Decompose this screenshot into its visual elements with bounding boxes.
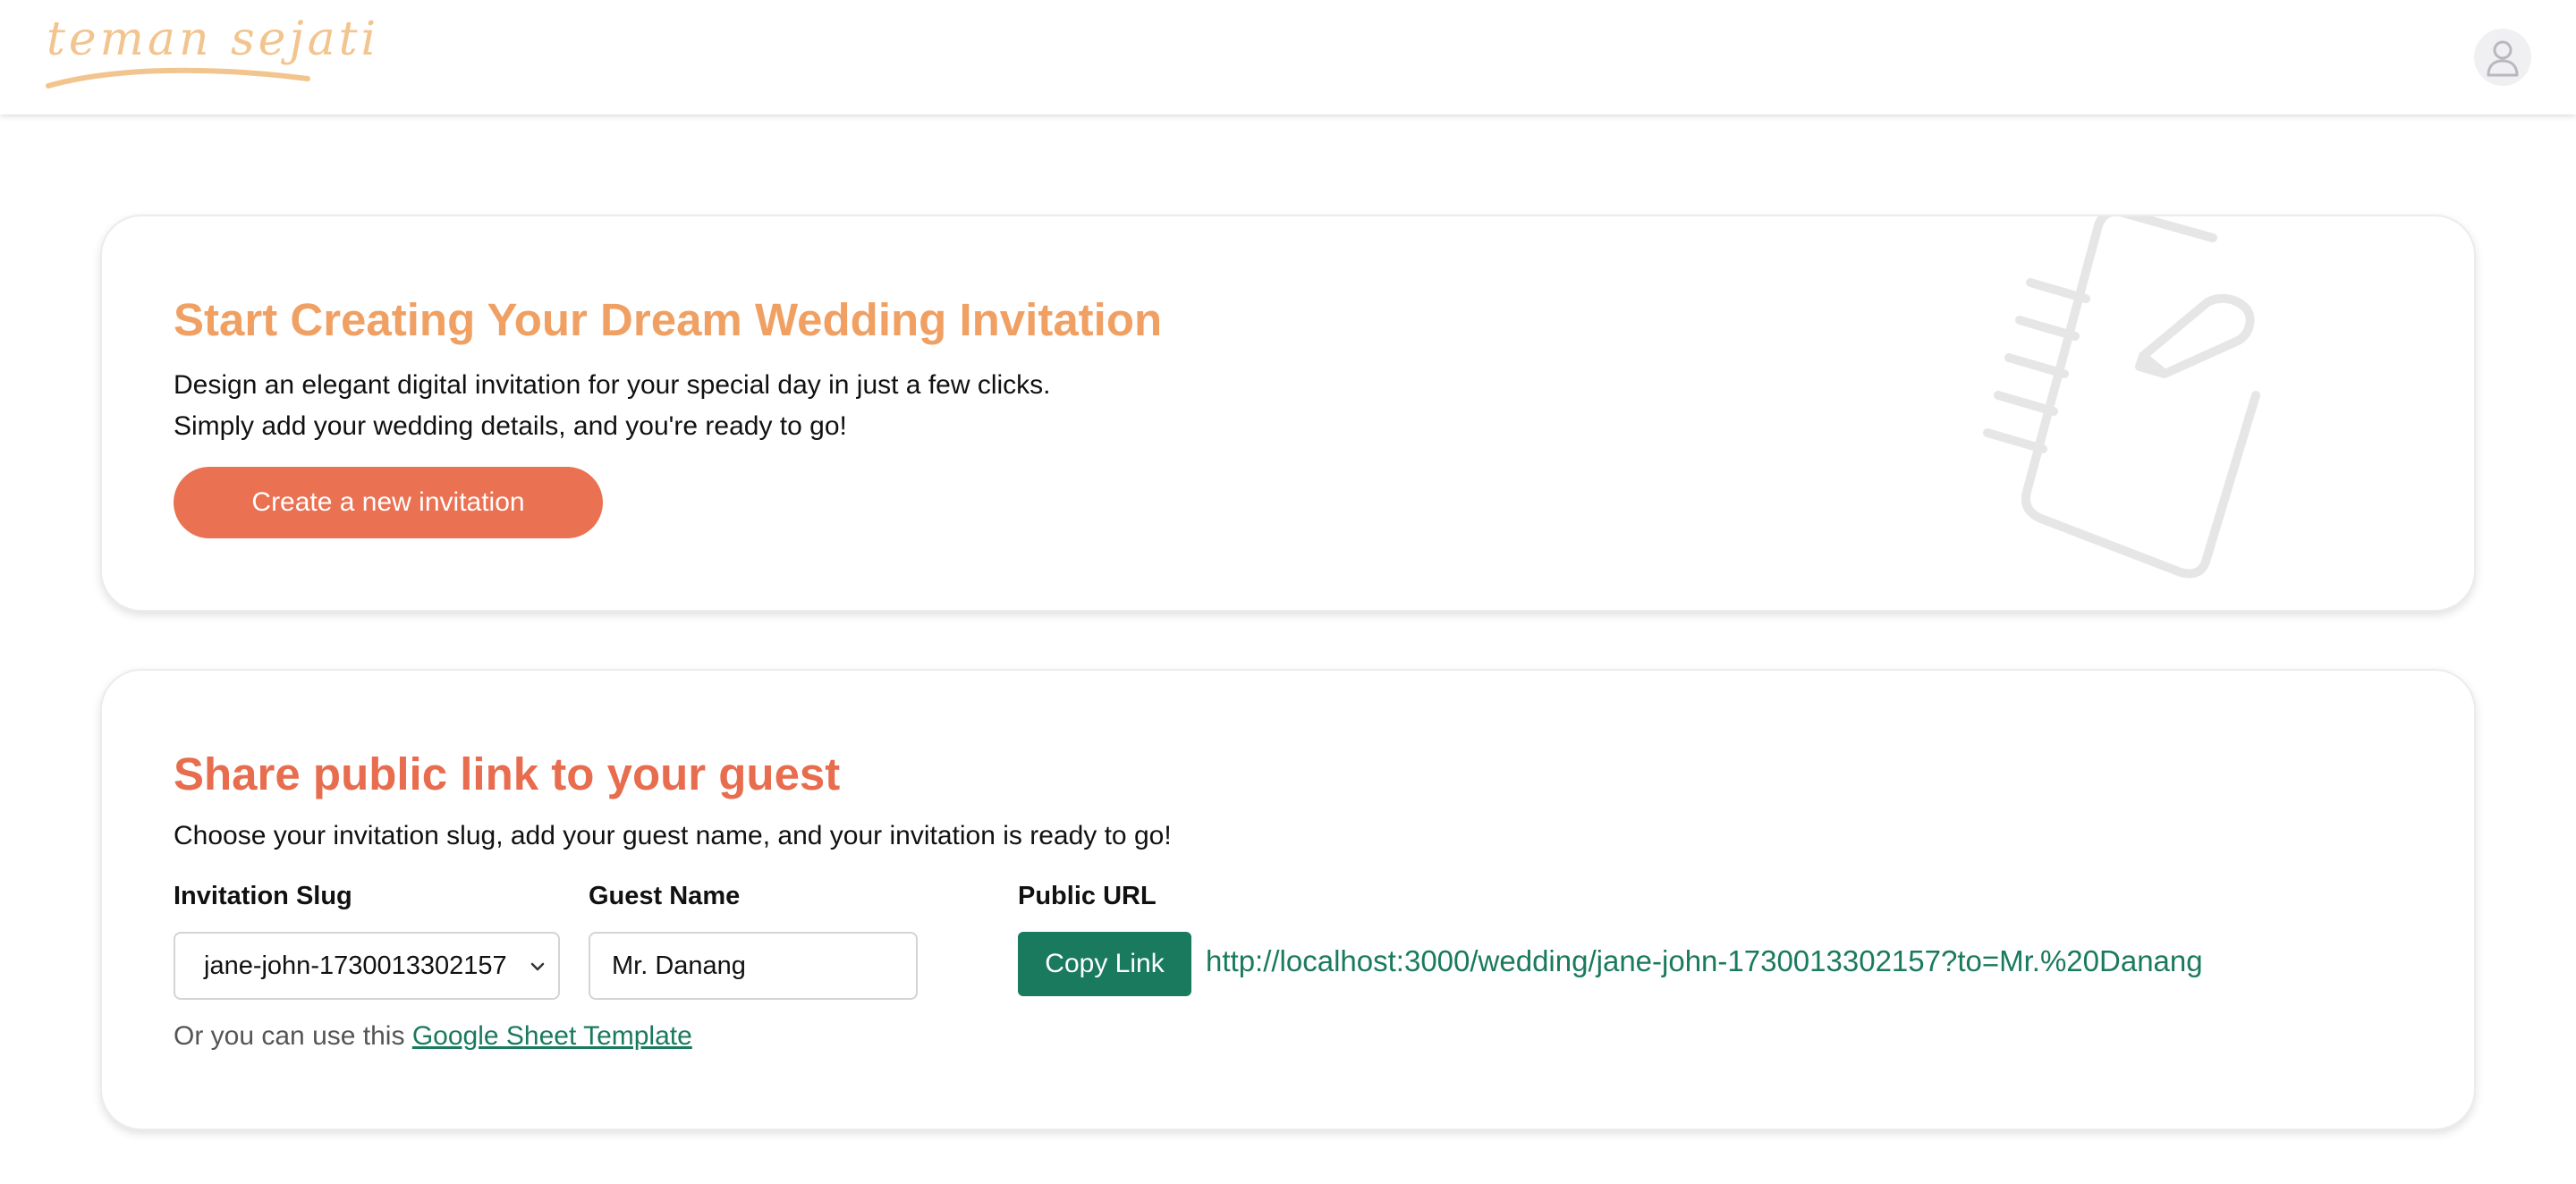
hero-description-line-2: Simply add your wedding details, and you… <box>174 411 847 441</box>
hero-description: Design an elegant digital invitation for… <box>174 365 1051 447</box>
notebook-pen-icon <box>1983 216 2260 579</box>
google-sheet-template-link[interactable]: Google Sheet Template <box>412 1021 692 1051</box>
user-icon <box>2487 40 2519 77</box>
guest-name-label: Guest Name <box>589 882 741 910</box>
share-title: Share public link to your guest <box>174 748 841 799</box>
user-avatar-button[interactable] <box>2474 29 2531 86</box>
invitation-slug-select[interactable]: jane-john-1730013302157 <box>174 932 560 1000</box>
brand-logo-text: teman sejati <box>47 13 380 66</box>
google-sheet-note: Or you can use this Google Sheet Templat… <box>174 1021 692 1052</box>
share-link-card: Share public link to your guest Choose y… <box>100 669 2476 1130</box>
brand-logo[interactable]: teman sejati <box>43 13 376 93</box>
google-sheet-note-prefix: Or you can use this <box>174 1021 405 1051</box>
create-invitation-card: Start Creating Your Dream Wedding Invita… <box>100 215 2476 612</box>
hero-description-line-1: Design an elegant digital invitation for… <box>174 370 1051 400</box>
public-url-text: http://localhost:3000/wedding/jane-john-… <box>1206 944 2203 977</box>
share-description: Choose your invitation slug, add your gu… <box>174 821 1172 850</box>
chevron-down-icon <box>530 962 545 971</box>
invitation-slug-selected-value: jane-john-1730013302157 <box>204 951 507 980</box>
guest-name-input[interactable] <box>589 932 918 1000</box>
invitation-slug-label: Invitation Slug <box>174 882 352 910</box>
top-navbar: teman sejati <box>0 0 2576 114</box>
public-url-label: Public URL <box>1018 882 1157 910</box>
hero-title: Start Creating Your Dream Wedding Invita… <box>174 294 1163 345</box>
logo-underline-swash <box>46 67 310 89</box>
create-invitation-button[interactable]: Create a new invitation <box>174 467 603 538</box>
copy-link-button[interactable]: Copy Link <box>1018 932 1191 996</box>
